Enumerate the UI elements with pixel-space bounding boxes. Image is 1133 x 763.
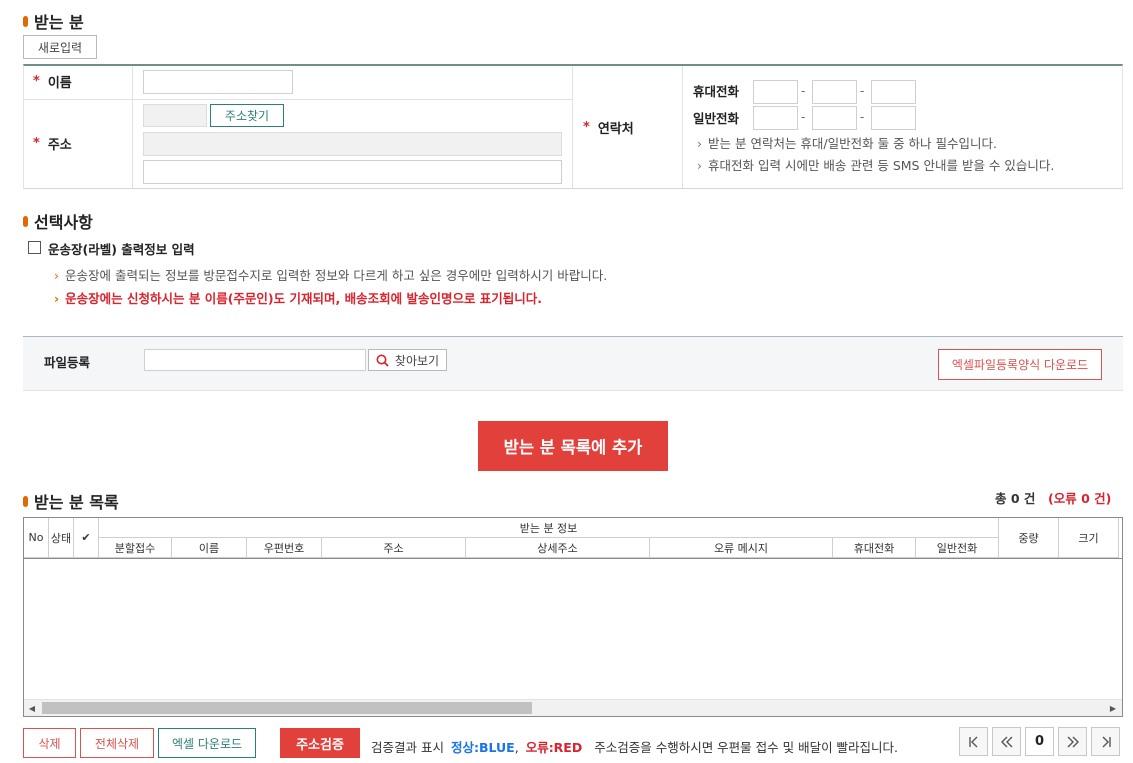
horizontal-scrollbar[interactable]: ◀ ▶ — [24, 699, 1122, 716]
select-all-check-icon[interactable]: ✔ — [74, 518, 99, 558]
col-mobile: 휴대전화 — [833, 538, 916, 558]
landline-part2-input[interactable] — [812, 106, 857, 130]
landline-part1-input[interactable] — [753, 106, 798, 130]
options-note-2: › 운송장에는 신청하시는 분 이름(주문인)도 기재되며, 배송조회에 발송인명… — [54, 291, 543, 306]
add-to-list-button[interactable]: 받는 분 목록에 추가 — [478, 421, 668, 471]
dash: - — [801, 110, 806, 124]
mobile-label: 휴대전화 — [693, 84, 740, 99]
find-address-button[interactable]: 주소찾기 — [210, 104, 284, 127]
contact-label: * 연락처 — [583, 120, 634, 137]
landline-part3-input[interactable] — [871, 106, 916, 130]
options-section-title: 선택사항 — [23, 209, 93, 233]
col-split: 분할접수 — [99, 538, 172, 558]
col-error-message: 오류 메시지 — [650, 538, 833, 558]
prev-page-icon[interactable] — [992, 727, 1021, 756]
last-page-icon[interactable] — [1091, 727, 1120, 756]
mobile-part1-input[interactable] — [753, 80, 798, 104]
list-total-count: 총 0 건 — [995, 491, 1036, 506]
dash: - — [860, 110, 865, 124]
scroll-left-icon[interactable]: ◀ — [27, 703, 37, 713]
file-path-input[interactable] — [144, 349, 366, 371]
col-group-recipient-info: 받는 분 정보 — [99, 518, 999, 538]
zipcode-field — [143, 104, 207, 127]
col-status: 상태 — [49, 518, 74, 558]
section-bullet-icon — [23, 215, 28, 227]
col-no: No — [24, 518, 49, 558]
recipient-list-table: No 상태 ✔ 받는 분 정보 분할접수 이름 우편번호 주소 상세주소 오류 … — [23, 517, 1123, 717]
first-page-icon[interactable] — [959, 727, 988, 756]
browse-button[interactable]: 찾아보기 — [368, 349, 447, 371]
next-page-icon[interactable] — [1058, 727, 1087, 756]
current-page: 0 — [1025, 727, 1054, 756]
file-label: 파일등록 — [44, 355, 91, 370]
legend-error: 오류:RED — [525, 740, 583, 755]
contact-note-2: › 휴대전화 입력 시에만 배송 관련 등 SMS 안내를 받을 수 있습니다. — [697, 158, 1055, 173]
verify-note: 주소검증을 수행하시면 우편물 접수 및 배달이 빨라집니다. — [594, 740, 899, 755]
scrollbar-thumb[interactable] — [42, 702, 532, 714]
section-bullet-icon — [23, 495, 28, 507]
col-landline: 일반전화 — [916, 538, 999, 558]
excel-template-download-button[interactable]: 엑셀파일등록양식 다운로드 — [938, 349, 1102, 380]
delete-all-button[interactable]: 전체삭제 — [80, 728, 154, 758]
mobile-part2-input[interactable] — [812, 80, 857, 104]
search-icon — [376, 354, 389, 367]
options-note-1: › 운송장에 출력되는 정보를 방문접수지로 입력한 정보와 다르게 하고 싶은 … — [54, 268, 608, 283]
divider — [682, 66, 683, 188]
address-label: * 주소 — [33, 136, 72, 153]
col-name: 이름 — [172, 538, 247, 558]
col-zipcode: 우편번호 — [247, 538, 322, 558]
divider — [132, 66, 133, 188]
col-address-detail: 상세주소 — [466, 538, 650, 558]
col-address: 주소 — [322, 538, 466, 558]
label-info-checkbox-label[interactable]: 운송장(라벨) 출력정보 입력 — [48, 239, 195, 258]
address-detail-input[interactable] — [143, 160, 562, 184]
scroll-right-icon[interactable]: ▶ — [1108, 703, 1118, 713]
section-bullet-icon — [23, 15, 28, 27]
mobile-part3-input[interactable] — [871, 80, 916, 104]
col-size: 크기 — [1059, 518, 1119, 558]
header-divider — [24, 558, 1122, 559]
new-entry-button[interactable]: 새로입력 — [23, 35, 97, 59]
dash: - — [801, 84, 806, 98]
address-field — [143, 132, 562, 156]
recipient-section-title: 받는 분 — [23, 9, 84, 33]
excel-download-button[interactable]: 엑셀 다운로드 — [158, 728, 256, 758]
name-input[interactable] — [143, 70, 293, 94]
divider — [572, 66, 573, 188]
name-label: * 이름 — [33, 74, 72, 91]
label-info-checkbox[interactable] — [28, 241, 41, 254]
verify-legend: 검증결과 표시 정상:BLUE, 오류:RED 주소검증을 수행하시면 우편물 … — [371, 740, 899, 755]
list-error-count: (오류 0 건) — [1048, 491, 1112, 506]
divider — [24, 99, 572, 100]
landline-label: 일반전화 — [693, 111, 740, 126]
delete-button[interactable]: 삭제 — [23, 728, 76, 758]
list-section-title: 받는 분 목록 — [23, 489, 119, 513]
col-weight: 중량 — [999, 518, 1059, 558]
legend-normal: 정상:BLUE — [450, 740, 515, 755]
verify-address-button[interactable]: 주소검증 — [280, 728, 360, 758]
contact-note-1: › 받는 분 연락처는 휴대/일반전화 둘 중 하나 필수입니다. — [697, 136, 997, 151]
dash: - — [860, 84, 865, 98]
